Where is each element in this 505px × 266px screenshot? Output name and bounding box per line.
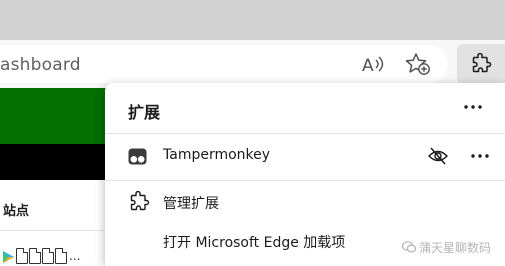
more-horizontal-icon[interactable] — [469, 146, 491, 166]
add-favorite-icon[interactable] — [404, 51, 432, 77]
address-text[interactable]: ashboard — [0, 55, 81, 75]
eye-hidden-icon[interactable] — [427, 146, 449, 166]
flyout-title: 扩展 — [128, 103, 161, 122]
document-icon[interactable] — [42, 248, 54, 264]
document-icon[interactable] — [55, 248, 67, 264]
page-divider — [0, 230, 120, 231]
icon-row: ... — [1, 247, 80, 265]
watermark: 蒲天星聊数码 — [402, 236, 491, 258]
browser-toolbar: ashboard A — [0, 40, 505, 88]
more-bookmarks[interactable]: ... — [69, 249, 80, 263]
puzzle-icon — [128, 190, 150, 213]
play-icon[interactable] — [1, 249, 15, 263]
puzzle-icon — [472, 53, 492, 73]
more-horizontal-icon[interactable] — [463, 97, 483, 117]
green-banner — [0, 88, 120, 144]
tab-strip — [0, 0, 505, 40]
manage-extensions-label: 管理扩展 — [163, 196, 219, 212]
site-label[interactable]: 站点 — [3, 200, 29, 219]
document-icon[interactable] — [29, 248, 41, 264]
extensions-button[interactable] — [457, 44, 505, 84]
wechat-watermark-logo — [402, 241, 416, 253]
watermark-text: 蒲天星聊数码 — [419, 240, 492, 255]
extension-name: Tampermonkey — [163, 147, 271, 163]
document-icon[interactable] — [16, 248, 28, 264]
address-bar[interactable]: ashboard A — [0, 45, 448, 83]
flyout-divider — [105, 180, 505, 181]
manage-extensions-item[interactable]: 管理扩展 — [105, 187, 505, 217]
open-edge-addons-label: 打开 Microsoft Edge 加载项 — [163, 235, 346, 251]
svg-text:A: A — [362, 56, 374, 76]
read-aloud-icon[interactable]: A — [360, 51, 386, 77]
extension-item-tampermonkey[interactable]: Tampermonkey — [105, 134, 505, 178]
black-banner — [0, 144, 120, 180]
tampermonkey-icon — [128, 148, 147, 165]
